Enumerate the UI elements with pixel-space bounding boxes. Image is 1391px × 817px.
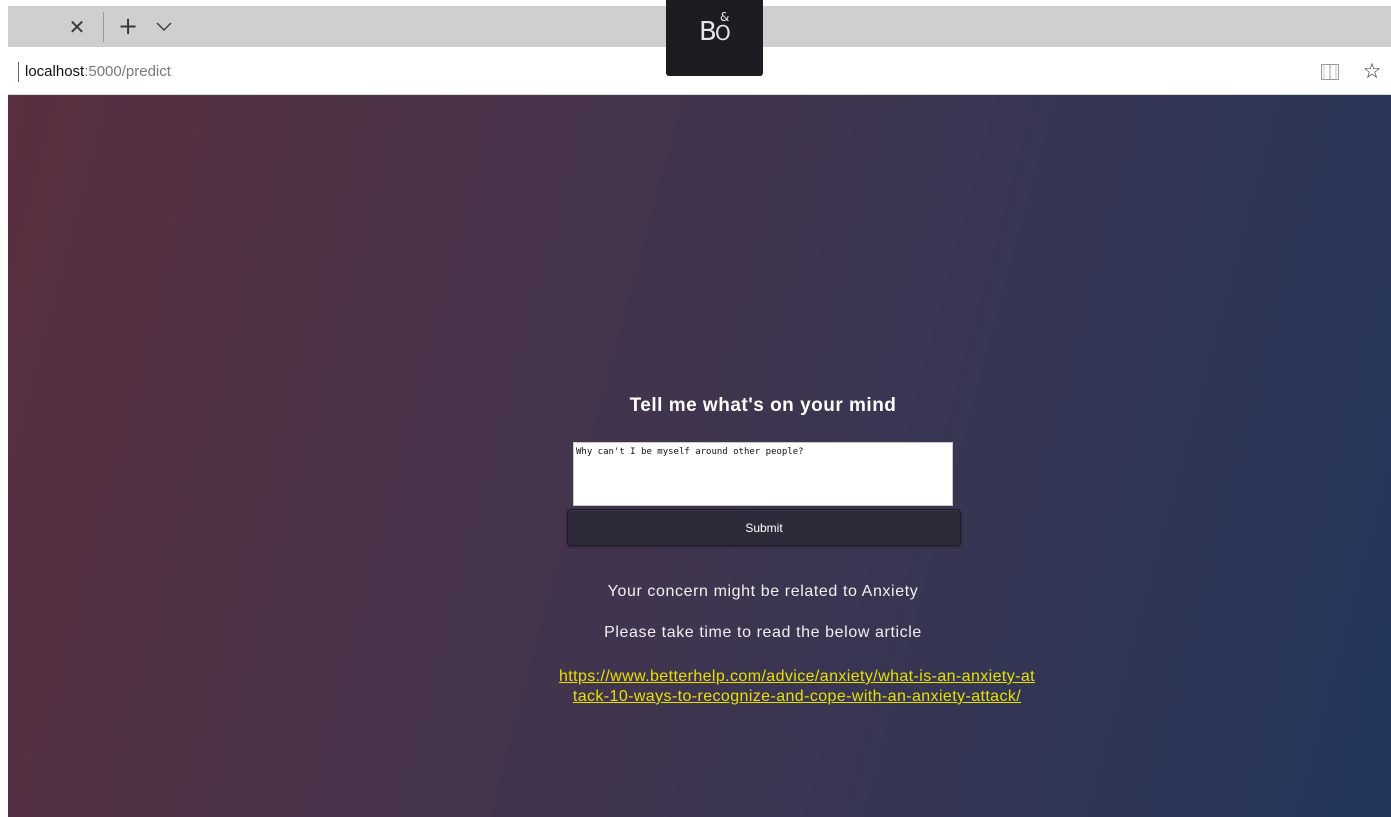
page-viewport: Tell me what's on your mind Why can't I … xyxy=(8,95,1391,817)
address-bar-caret xyxy=(18,62,19,82)
close-icon[interactable]: ✕ xyxy=(66,16,88,38)
browser-window: ✕ + B & O localhost:5000/predict ☆ Tell … xyxy=(0,0,1391,817)
prediction-result: Your concern might be related to Anxiety xyxy=(607,583,919,600)
submit-button[interactable]: Submit xyxy=(567,509,961,546)
book-icon[interactable] xyxy=(1320,63,1340,81)
logo-letter-o: O xyxy=(715,21,731,45)
article-link[interactable]: https://www.betterhelp.com/advice/anxiet… xyxy=(557,667,1037,707)
star-icon[interactable]: ☆ xyxy=(1360,59,1384,83)
bang-olufsen-logo: B & O xyxy=(666,0,763,76)
chevron-down-icon[interactable] xyxy=(154,16,174,36)
tab-divider xyxy=(103,12,104,42)
url-text[interactable]: localhost:5000/predict xyxy=(25,62,171,82)
url-host: localhost xyxy=(25,63,85,80)
page-title: Tell me what's on your mind xyxy=(629,395,897,416)
url-path: :5000/predict xyxy=(84,63,171,80)
article-prompt: Please take time to read the below artic… xyxy=(604,624,922,641)
concern-input[interactable]: Why can't I be myself around other peopl… xyxy=(573,442,953,506)
plus-icon[interactable]: + xyxy=(116,14,140,38)
